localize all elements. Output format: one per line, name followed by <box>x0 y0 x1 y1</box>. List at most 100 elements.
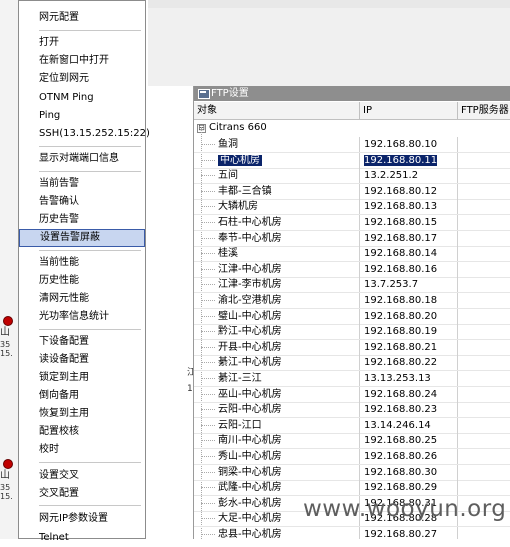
row-ftp-server-cell[interactable] <box>458 449 510 464</box>
row-object-cell[interactable]: 武隆-中心机房 <box>194 480 360 496</box>
menu-item-25[interactable]: 网元IP参数设置 <box>19 510 145 528</box>
row-object-cell[interactable]: 石柱-中心机房 <box>194 215 360 230</box>
menu-item-16[interactable]: 下设备配置 <box>19 333 145 351</box>
menu-item-2[interactable]: 在新窗口中打开 <box>19 52 145 70</box>
row-object-cell[interactable]: 璧山-中心机房 <box>194 308 360 324</box>
row-ip-cell[interactable]: 192.168.80.13 <box>360 199 458 215</box>
row-object-cell[interactable]: 忠县-中心机房 <box>194 527 360 539</box>
row-ip-cell[interactable]: 192.168.80.16 <box>360 261 458 277</box>
row-object-cell[interactable]: 云阳-江口 <box>194 417 360 433</box>
menu-item-8[interactable]: 当前告警 <box>19 175 145 193</box>
row-object-cell[interactable]: 鱼洞 <box>194 137 360 152</box>
row-ftp-server-cell[interactable] <box>458 293 510 308</box>
table-row[interactable]: 奉节-中心机房 192.168.80.17 <box>194 230 510 247</box>
row-ftp-server-cell[interactable] <box>458 246 510 261</box>
menu-item-18[interactable]: 锁定到主用 <box>19 369 145 387</box>
table-row[interactable]: 秀山-中心机房 192.168.80.26 <box>194 449 510 465</box>
row-ip-cell[interactable]: 192.168.80.18 <box>360 293 458 308</box>
table-row[interactable]: 黔江-中心机房 192.168.80.19 <box>194 324 510 341</box>
menu-item-23[interactable]: 设置交叉 <box>19 467 145 485</box>
menu-item-3[interactable]: 定位到网元 <box>19 70 145 88</box>
row-ftp-server-cell[interactable] <box>458 480 510 495</box>
row-ftp-server-cell[interactable] <box>458 387 510 402</box>
table-row[interactable]: 南川-中心机房 192.168.80.25 <box>194 433 510 450</box>
table-row[interactable]: 武隆-中心机房 192.168.80.29 <box>194 480 510 497</box>
table-row[interactable]: 渝北-空港机房 192.168.80.18 <box>194 293 510 309</box>
row-object-cell[interactable]: 巫山-中心机房 <box>194 386 360 402</box>
table-row[interactable]: 綦江-三江 13.13.253.13 <box>194 371 510 387</box>
row-ftp-server-cell[interactable] <box>458 371 510 386</box>
row-ftp-server-cell[interactable] <box>458 168 510 183</box>
row-ip-cell[interactable]: 192.168.80.25 <box>360 433 458 449</box>
menu-item-11[interactable]: 设置告警屏蔽 <box>19 229 145 247</box>
table-row[interactable]: 鱼洞 192.168.80.10 <box>194 137 510 153</box>
row-object-cell[interactable]: 南川-中心机房 <box>194 433 360 449</box>
table-row[interactable]: 桂溪 192.168.80.14 <box>194 246 510 263</box>
row-object-cell[interactable]: 丰都-三合镇 <box>194 183 360 199</box>
menu-item-15[interactable]: 光功率信息统计 <box>19 308 145 326</box>
row-ftp-server-cell[interactable] <box>458 433 510 448</box>
row-ip-cell[interactable]: 192.168.80.11 <box>360 152 458 168</box>
table-row[interactable]: 忠县-中心机房 192.168.80.27 <box>194 527 510 539</box>
topology-node[interactable]: 山 35 15. <box>0 459 16 519</box>
table-row[interactable]: 云阳-江口 13.14.246.14 <box>194 417 510 434</box>
menu-item-19[interactable]: 倒向备用 <box>19 387 145 405</box>
table-row[interactable]: 江津-李市机房 13.7.253.7 <box>194 277 510 294</box>
menu-item-9[interactable]: 告警确认 <box>19 193 145 211</box>
row-object-cell[interactable]: 五间 <box>194 168 360 184</box>
row-ftp-server-cell[interactable] <box>458 324 510 339</box>
tree-group-citrans[interactable]: ⊟ Citrans 660 <box>194 120 510 136</box>
row-ip-cell[interactable]: 192.168.80.20 <box>360 308 458 324</box>
table-row[interactable]: 开县-中心机房 192.168.80.21 <box>194 339 510 356</box>
topology-node[interactable]: 山 35 15. <box>0 316 16 376</box>
row-ftp-server-cell[interactable] <box>458 402 510 417</box>
row-ip-cell[interactable]: 192.168.80.26 <box>360 449 458 464</box>
row-object-cell[interactable]: 江津-中心机房 <box>194 261 360 277</box>
menu-item-17[interactable]: 读设备配置 <box>19 351 145 369</box>
menu-item-6[interactable]: SSH(13.15.252.15:22) <box>19 125 150 143</box>
menu-item-1[interactable]: 打开 <box>19 34 145 52</box>
row-object-cell[interactable]: 大辚机房 <box>194 199 360 215</box>
menu-item-13[interactable]: 历史性能 <box>19 272 145 290</box>
menu-item-26[interactable]: Telnet <box>19 529 145 547</box>
row-object-cell[interactable]: 开县-中心机房 <box>194 339 360 355</box>
menu-item-5[interactable]: Ping <box>19 107 145 125</box>
row-ip-cell[interactable]: 192.168.80.30 <box>360 464 458 480</box>
row-ip-cell[interactable]: 192.168.80.14 <box>360 246 458 262</box>
menu-item-21[interactable]: 配置校核 <box>19 423 145 441</box>
row-ftp-server-cell[interactable] <box>458 527 510 539</box>
row-object-cell[interactable]: 桂溪 <box>194 246 360 262</box>
row-ftp-server-cell[interactable] <box>458 355 510 370</box>
row-ftp-server-cell[interactable] <box>458 277 510 292</box>
table-row[interactable]: 中心机房 192.168.80.11 <box>194 152 510 169</box>
row-ip-cell[interactable]: 192.168.80.22 <box>360 355 458 371</box>
menu-item-14[interactable]: 清网元性能 <box>19 290 145 308</box>
menu-item-4[interactable]: OTNM Ping <box>19 89 145 107</box>
row-ip-cell[interactable]: 192.168.80.29 <box>360 480 458 496</box>
menu-item-10[interactable]: 历史告警 <box>19 211 145 229</box>
row-ftp-server-cell[interactable] <box>458 215 510 230</box>
row-object-cell[interactable]: 秀山-中心机房 <box>194 449 360 464</box>
row-ip-cell[interactable]: 192.168.80.19 <box>360 324 458 340</box>
row-ftp-server-cell[interactable] <box>458 153 510 168</box>
row-ip-cell[interactable]: 13.2.251.2 <box>360 168 458 184</box>
column-header-ftp-server[interactable]: FTP服务器 <box>458 102 510 119</box>
column-header-ip[interactable]: IP <box>360 102 458 119</box>
table-row[interactable]: 江津-中心机房 192.168.80.16 <box>194 261 510 278</box>
row-object-cell[interactable]: 綦江-中心机房 <box>194 355 360 371</box>
table-row[interactable]: 巫山-中心机房 192.168.80.24 <box>194 386 510 403</box>
table-row[interactable]: 云阳-中心机房 192.168.80.23 <box>194 402 510 419</box>
row-object-cell[interactable]: 中心机房 <box>194 152 360 168</box>
row-ftp-server-cell[interactable] <box>458 137 510 152</box>
row-ftp-server-cell[interactable] <box>458 340 510 355</box>
row-ip-cell[interactable]: 13.14.246.14 <box>360 417 458 433</box>
row-object-cell[interactable]: 奉节-中心机房 <box>194 230 360 246</box>
row-object-cell[interactable]: 綦江-三江 <box>194 371 360 386</box>
row-ftp-server-cell[interactable] <box>458 309 510 324</box>
row-ftp-server-cell[interactable] <box>458 231 510 246</box>
table-row[interactable]: 五间 13.2.251.2 <box>194 168 510 185</box>
row-ip-cell[interactable]: 192.168.80.10 <box>360 137 458 152</box>
menu-item-24[interactable]: 交叉配置 <box>19 485 145 503</box>
row-ip-cell[interactable]: 192.168.80.23 <box>360 402 458 418</box>
row-ip-cell[interactable]: 13.13.253.13 <box>360 371 458 386</box>
